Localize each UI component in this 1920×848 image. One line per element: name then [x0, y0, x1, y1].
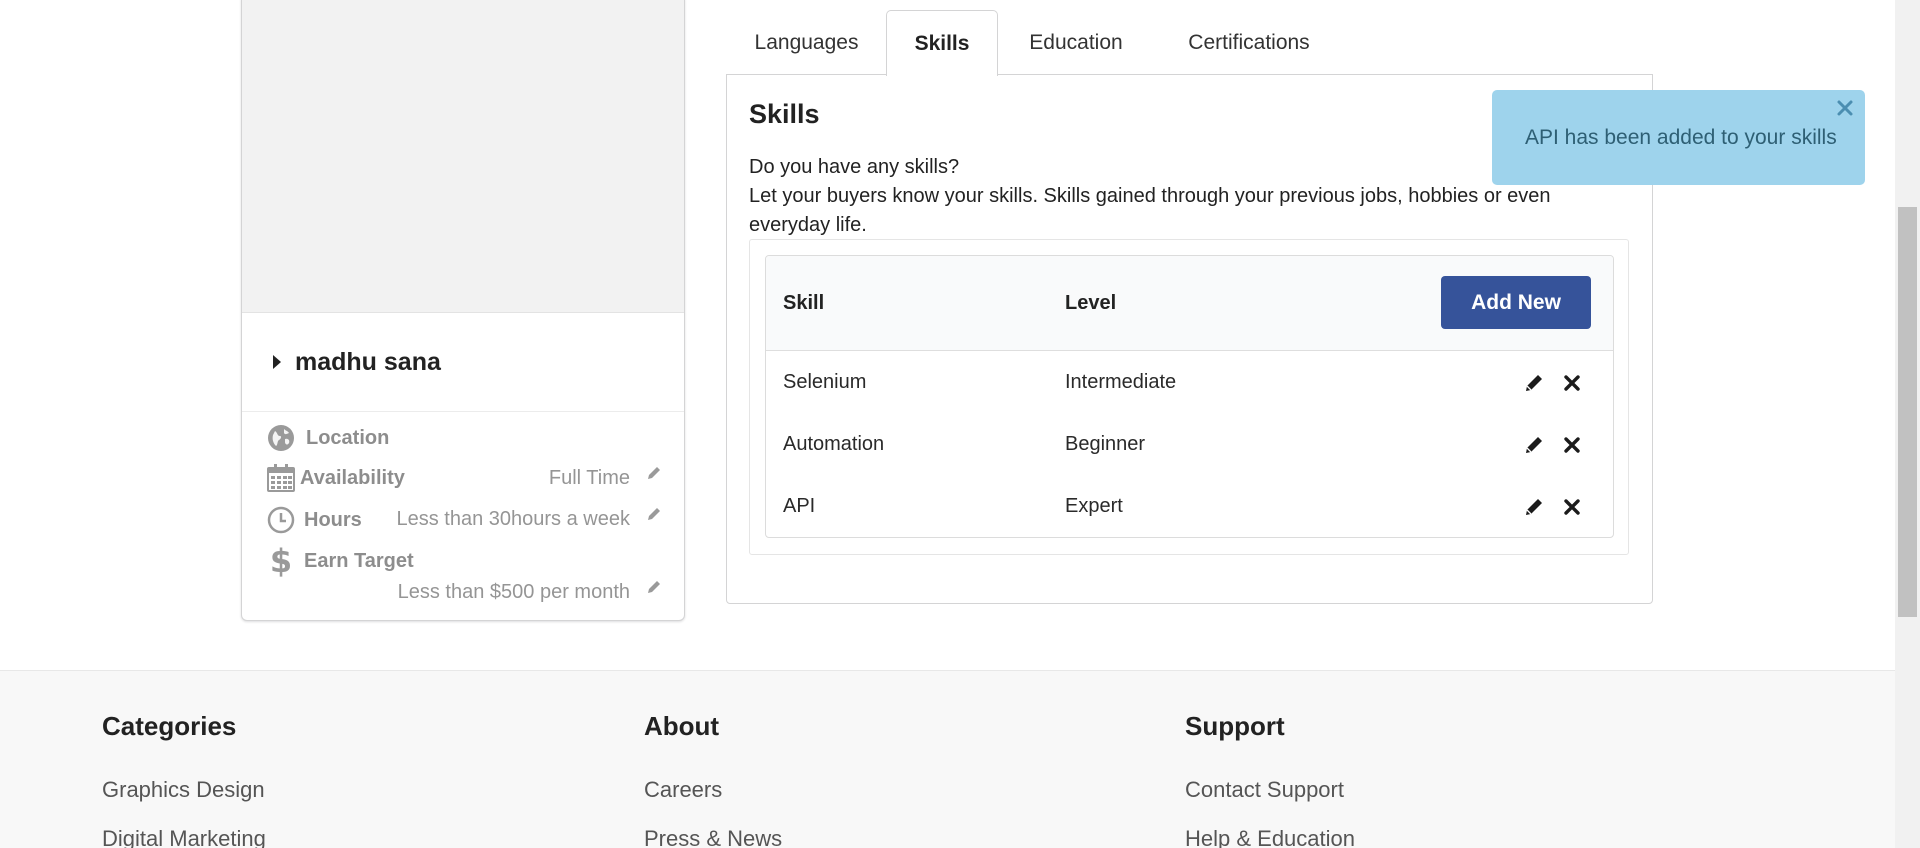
footer-heading: Support: [1185, 711, 1285, 741]
hours-value: Less than 30hours a week: [396, 508, 631, 530]
footer-link[interactable]: Digital Marketing: [102, 826, 266, 848]
location-row: Location: [266, 423, 389, 453]
earn-target-row: $ Earn Target: [266, 542, 414, 580]
tab-languages[interactable]: Languages: [727, 10, 886, 75]
edit-pencil-icon[interactable]: [1523, 434, 1545, 456]
edit-pencil-icon[interactable]: [1523, 372, 1545, 394]
earn-target-label: Earn Target: [304, 549, 414, 572]
column-header-level: Level: [1065, 292, 1117, 314]
table-row: API Expert: [766, 475, 1613, 537]
delete-x-icon[interactable]: [1561, 434, 1583, 456]
hours-row: Hours: [266, 505, 362, 535]
footer-link[interactable]: Help & Education: [1185, 826, 1355, 848]
table-header: Skill Level Add New: [766, 256, 1613, 351]
edit-availability-pencil-icon[interactable]: [646, 465, 662, 481]
table-row: Automation Beginner: [766, 413, 1613, 475]
add-new-button[interactable]: Add New: [1441, 276, 1591, 329]
location-label: Location: [306, 426, 390, 449]
footer-link[interactable]: Contact Support: [1185, 777, 1344, 803]
section-description: Do you have any skills? Let your buyers …: [749, 153, 1609, 240]
clock-icon: [266, 505, 296, 535]
caret-right-icon[interactable]: [273, 355, 281, 369]
profile-name: madhu sana: [295, 347, 441, 376]
level-cell: Intermediate: [1065, 371, 1177, 393]
hours-label: Hours: [304, 508, 362, 531]
delete-x-icon[interactable]: [1561, 372, 1583, 394]
skills-table-wrapper: Skill Level Add New Selenium Intermediat…: [749, 239, 1629, 555]
edit-pencil-icon[interactable]: [1523, 496, 1545, 518]
globe-icon: [266, 423, 296, 453]
skills-table: Skill Level Add New Selenium Intermediat…: [765, 255, 1614, 538]
calendar-icon: [266, 463, 296, 493]
tab-certifications[interactable]: Certifications: [1154, 10, 1344, 75]
footer-link[interactable]: Press & News: [644, 826, 782, 848]
dollar-icon: $: [269, 542, 293, 580]
skill-cell: Automation: [783, 433, 885, 455]
tab-education[interactable]: Education: [998, 10, 1154, 75]
footer: Categories Graphics Design Digital Marke…: [0, 670, 1895, 848]
level-cell: Beginner: [1065, 433, 1146, 455]
section-title: Skills: [749, 99, 820, 129]
profile-tabs: Languages Skills Education Certification…: [727, 10, 1344, 76]
table-row: Selenium Intermediate: [766, 351, 1613, 413]
toast-message: API has been added to your skills: [1525, 126, 1837, 149]
footer-link[interactable]: Graphics Design: [102, 777, 265, 803]
level-cell: Expert: [1065, 495, 1123, 517]
availability-row: Availability: [266, 463, 405, 493]
footer-heading: Categories: [102, 711, 237, 741]
skills-question: Do you have any skills?: [749, 156, 960, 178]
tab-skills[interactable]: Skills: [886, 10, 998, 76]
availability-label: Availability: [300, 466, 405, 489]
edit-hours-pencil-icon[interactable]: [646, 506, 662, 522]
earn-target-value: Less than $500 per month: [397, 581, 630, 603]
page: madhu sana Location Availability Full Ti…: [0, 0, 1920, 848]
footer-heading: About: [644, 711, 720, 741]
scrollbar-thumb[interactable]: [1898, 207, 1917, 617]
delete-x-icon[interactable]: [1561, 496, 1583, 518]
skills-description: Let your buyers know your skills. Skills…: [749, 185, 1551, 236]
edit-earn-target-pencil-icon[interactable]: [646, 579, 662, 595]
profile-photo-placeholder: [242, 0, 684, 313]
column-header-skill: Skill: [783, 292, 825, 314]
profile-name-row[interactable]: madhu sana: [242, 313, 684, 412]
profile-card: madhu sana Location Availability Full Ti…: [241, 0, 685, 621]
skill-cell: API: [783, 495, 816, 517]
availability-value: Full Time: [548, 467, 630, 489]
close-icon[interactable]: [1835, 98, 1855, 118]
skill-cell: Selenium: [783, 371, 867, 393]
footer-link[interactable]: Careers: [644, 777, 722, 803]
toast-notification: API has been added to your skills: [1492, 90, 1865, 185]
